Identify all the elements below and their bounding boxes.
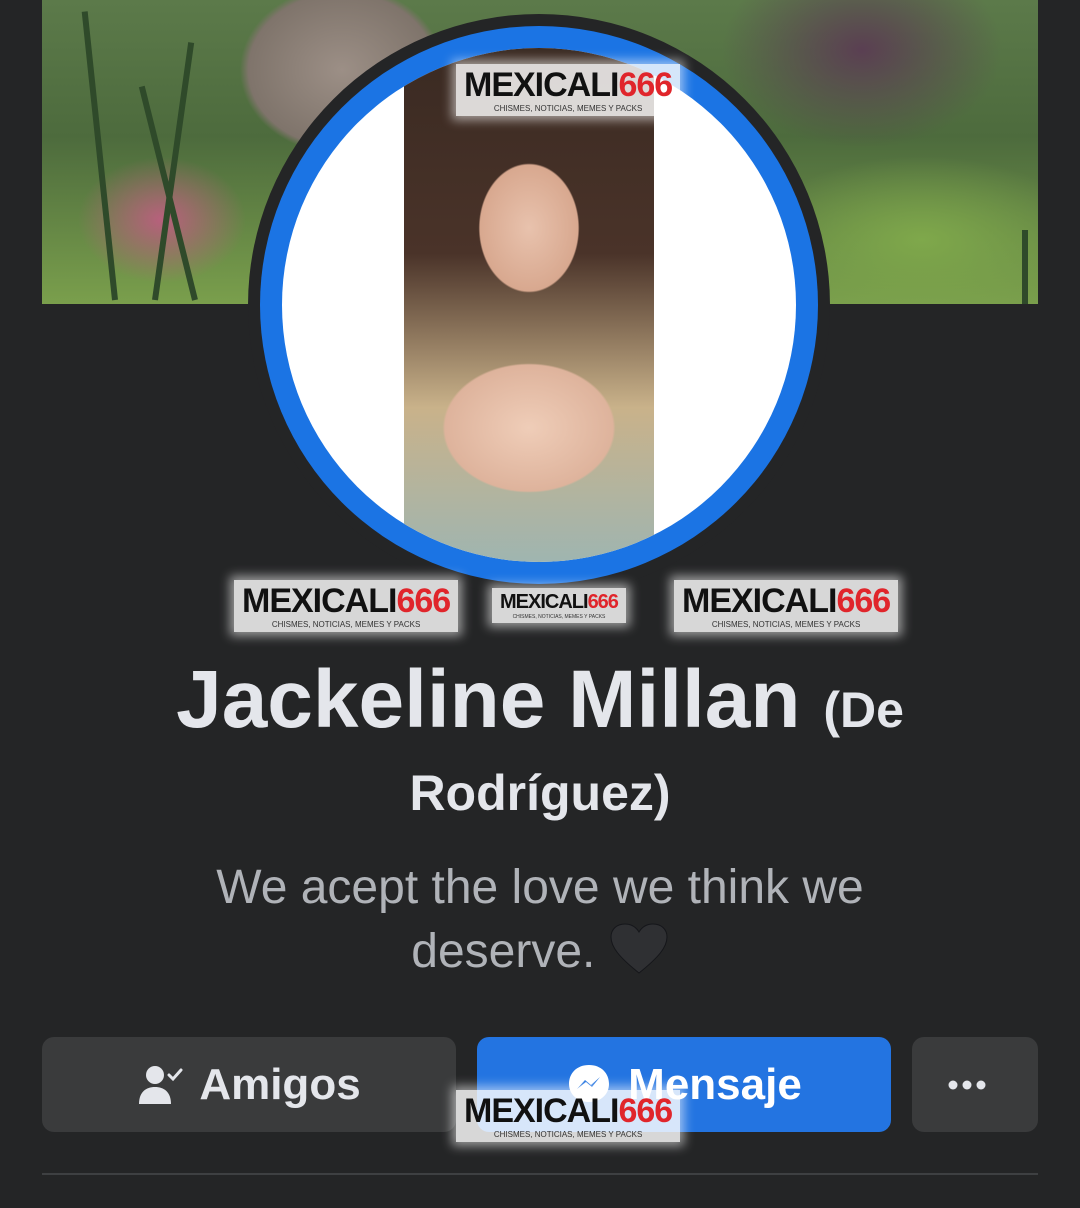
more-button[interactable]: [912, 1037, 1038, 1132]
alternate-name-cont: Rodríguez): [409, 765, 671, 821]
bio-text: We acept the love we think we deserve.: [216, 861, 864, 978]
heart-icon: [609, 923, 669, 975]
profile-name: Jackeline Millan (De Rodríguez): [40, 652, 1040, 828]
watermark-logo: MEXICALI666 CHISMES, NOTICIAS, MEMES Y P…: [456, 64, 681, 116]
avatar[interactable]: [282, 48, 796, 562]
watermark-logo: MEXICALI666 CHISMES, NOTICIAS, MEMES Y P…: [492, 588, 626, 623]
profile-name-text: Jackeline Millan: [176, 654, 801, 745]
friends-button[interactable]: Amigos: [42, 1037, 456, 1132]
watermark-logo: MEXICALI666 CHISMES, NOTICIAS, MEMES Y P…: [456, 1090, 681, 1142]
section-divider: [42, 1173, 1038, 1175]
watermark-logo: MEXICALI666 CHISMES, NOTICIAS, MEMES Y P…: [234, 580, 459, 632]
more-dots-icon: [948, 1080, 986, 1089]
friends-button-label: Amigos: [199, 1059, 361, 1109]
profile-bio: We acept the love we think we deserve.: [140, 856, 940, 984]
alternate-name: (De: [823, 682, 904, 738]
watermark-logo: MEXICALI666 CHISMES, NOTICIAS, MEMES Y P…: [674, 580, 899, 632]
friends-check-icon: [139, 1065, 183, 1104]
profile-photo: [404, 48, 654, 562]
